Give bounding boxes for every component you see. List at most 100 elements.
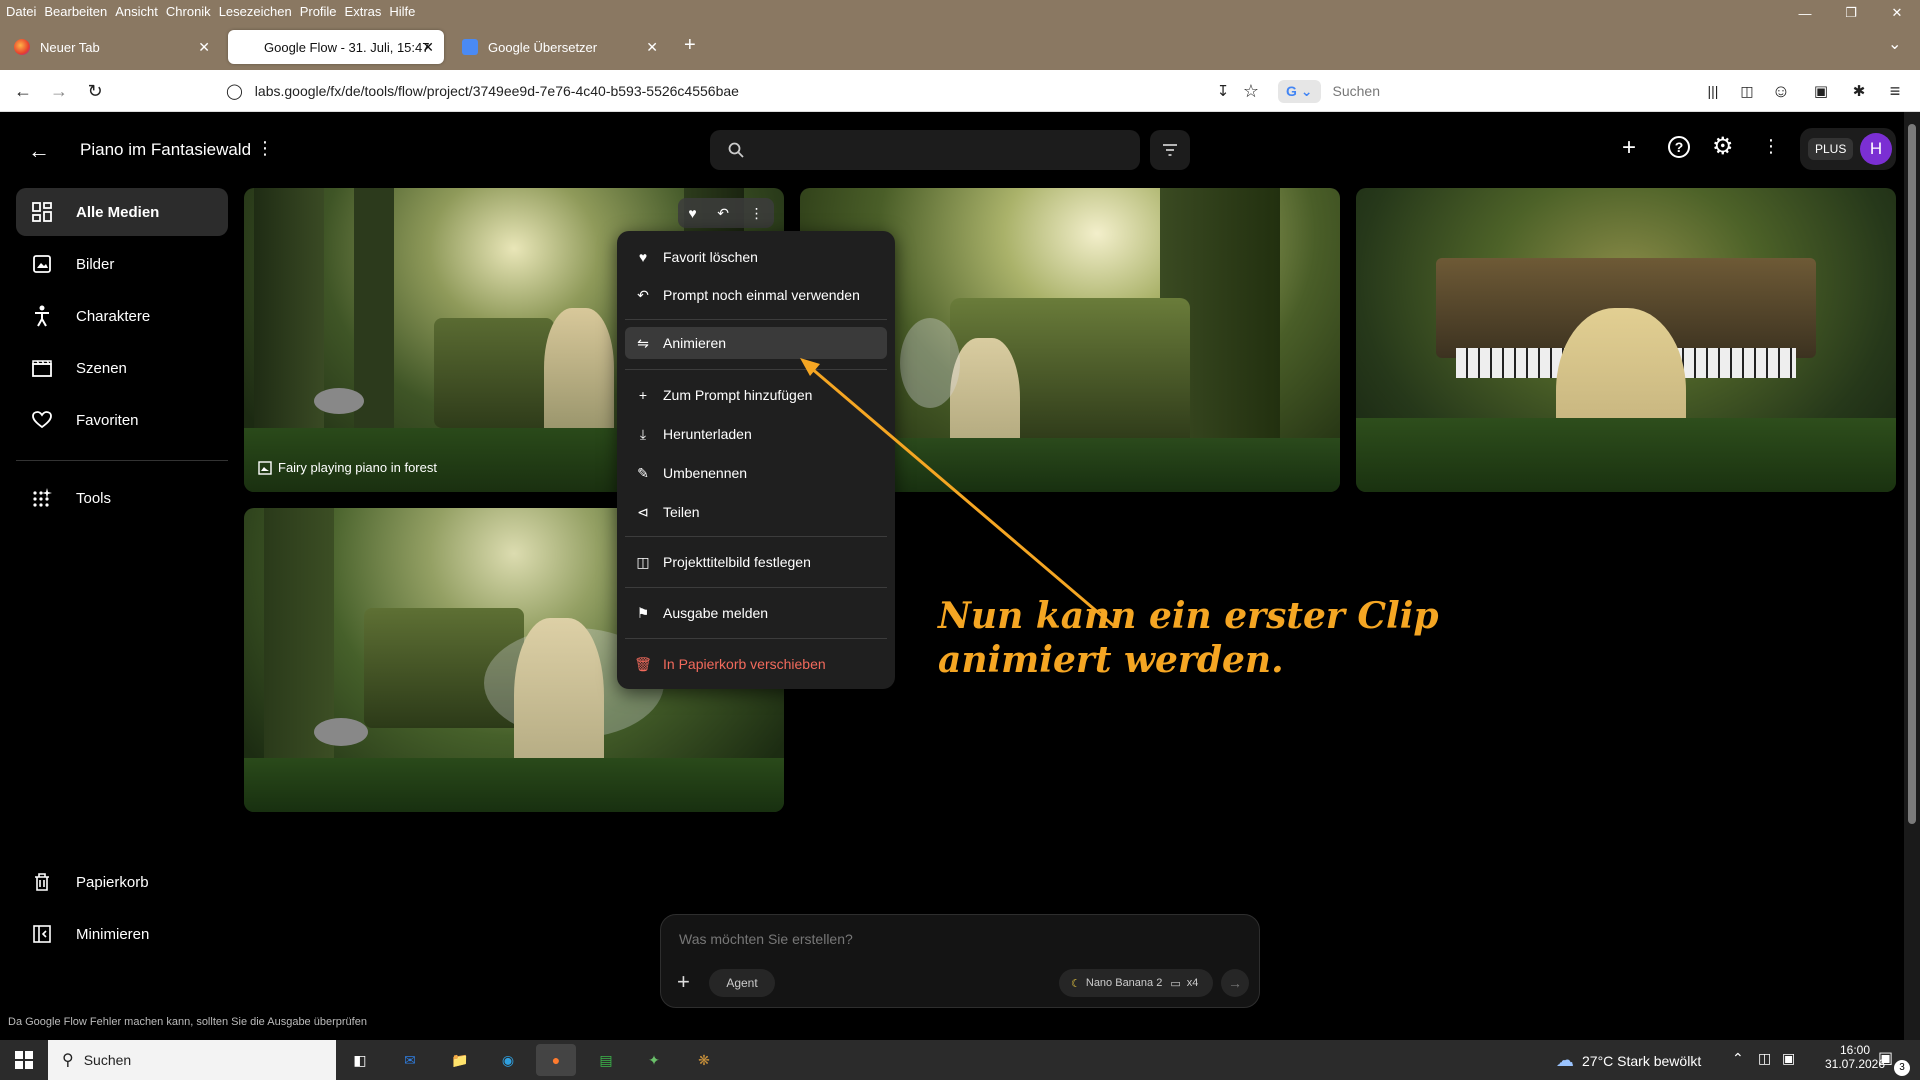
sidebar-item-minimieren[interactable]: Minimieren bbox=[16, 910, 228, 958]
notification-icon[interactable]: ▣ bbox=[1878, 1048, 1893, 1068]
url-bar[interactable]: ◯ labs.google/fx/de/tools/flow/project/3… bbox=[226, 76, 1246, 106]
scrollbar-thumb[interactable] bbox=[1908, 124, 1916, 824]
filter-button[interactable] bbox=[1150, 130, 1190, 170]
notepad-icon[interactable]: ▤ bbox=[586, 1044, 626, 1076]
firefox-icon bbox=[14, 39, 30, 55]
task-view-icon[interactable]: ◧ bbox=[340, 1044, 380, 1076]
forest-piano-fairy-image bbox=[1356, 188, 1896, 492]
sidebar-item-favoriten[interactable]: Favoriten bbox=[16, 396, 228, 444]
extensions-icon[interactable]: ✱ bbox=[1846, 78, 1872, 104]
tab-google-uebersetzer[interactable]: Google Übersetzer ✕ bbox=[452, 30, 668, 64]
prompt-input[interactable]: Was möchten Sie erstellen? bbox=[679, 931, 853, 947]
image-icon bbox=[258, 460, 272, 475]
taskbar-search[interactable]: ⚲ Suchen bbox=[48, 1040, 336, 1080]
outlook-icon[interactable]: ✉ bbox=[390, 1044, 430, 1076]
save-page-icon[interactable]: ↧ bbox=[1210, 78, 1236, 104]
back-arrow-icon[interactable]: ← bbox=[28, 138, 50, 164]
reload-icon[interactable]: ↻ bbox=[82, 78, 108, 104]
heart-icon bbox=[30, 408, 54, 432]
count-label: x4 bbox=[1186, 977, 1199, 989]
sidebar-item-szenen[interactable]: Szenen bbox=[16, 344, 228, 392]
sidebar-toggle-icon[interactable]: ◫ bbox=[1734, 78, 1760, 104]
media-tile-3[interactable] bbox=[1356, 188, 1896, 492]
tab-bar: Neuer Tab ✕ Google Flow - 31. Juli, 15:4… bbox=[0, 22, 1920, 70]
navigation-bar: ← → ↻ ◯ labs.google/fx/de/tools/flow/pro… bbox=[0, 70, 1920, 112]
sidebar-item-bilder[interactable]: Bilder bbox=[16, 240, 228, 288]
google-engine-icon[interactable]: G ⌄ bbox=[1278, 79, 1321, 103]
search-input[interactable] bbox=[710, 130, 1140, 170]
pencil-icon: ✎ bbox=[637, 464, 649, 481]
caption-text: Fairy playing piano in forest bbox=[278, 460, 437, 475]
project-more-icon[interactable]: ⋮ bbox=[256, 138, 274, 159]
edge-icon[interactable]: ◉ bbox=[488, 1044, 528, 1076]
tab-google-flow[interactable]: Google Flow - 31. Juli, 15:47 ✕ bbox=[228, 30, 444, 64]
reuse-icon[interactable]: ↶ bbox=[717, 205, 729, 222]
sidebar-item-charaktere[interactable]: Charaktere bbox=[16, 292, 228, 340]
sidebar-item-alle-medien[interactable]: Alle Medien bbox=[16, 188, 228, 236]
clapperboard-icon bbox=[30, 356, 54, 380]
close-tab-icon[interactable]: ✕ bbox=[646, 39, 658, 56]
menu-extras[interactable]: Extras bbox=[345, 4, 382, 19]
sidebar-item-tools[interactable]: Tools bbox=[16, 474, 228, 522]
library-icon[interactable]: ||| bbox=[1700, 78, 1726, 104]
page-scrollbar[interactable] bbox=[1904, 112, 1920, 1040]
notification-badge: 3 bbox=[1894, 1060, 1910, 1076]
model-selector[interactable]: ☾ Nano Banana 2 ▭ x4 bbox=[1059, 969, 1213, 997]
new-tab-icon[interactable]: + bbox=[684, 34, 696, 57]
menu-item-papierkorb[interactable]: 🗑 In Papierkorb verschieben bbox=[625, 648, 887, 680]
menu-bearbeiten[interactable]: Bearbeiten bbox=[44, 4, 107, 19]
trash-icon bbox=[30, 870, 54, 894]
menu-item-label: Herunterladen bbox=[663, 426, 752, 442]
avatar[interactable]: H bbox=[1860, 133, 1892, 165]
account-icon[interactable]: ☺ bbox=[1768, 78, 1794, 104]
more-icon[interactable]: ⋮ bbox=[750, 205, 764, 222]
help-icon[interactable]: ? bbox=[1668, 136, 1690, 158]
app-icon[interactable]: ✦ bbox=[634, 1044, 674, 1076]
firefox-taskbar-icon[interactable]: ● bbox=[536, 1044, 576, 1076]
search-placeholder: Suchen bbox=[1332, 83, 1380, 99]
menu-hilfe[interactable]: Hilfe bbox=[389, 4, 415, 19]
menu-datei[interactable]: Datei bbox=[6, 4, 36, 19]
back-icon[interactable]: ← bbox=[10, 78, 36, 104]
menu-item-favorit-loeschen[interactable]: ♥ Favorit löschen bbox=[625, 241, 887, 273]
plus-badge: PLUS bbox=[1808, 138, 1854, 160]
menu-chronik[interactable]: Chronik bbox=[166, 4, 211, 19]
menu-ansicht[interactable]: Ansicht bbox=[115, 4, 158, 19]
filter-icon bbox=[1163, 144, 1177, 156]
share-icon: ⊲ bbox=[637, 503, 649, 520]
add-attachment-icon[interactable]: + bbox=[677, 969, 690, 995]
container-icon[interactable]: ▣ bbox=[1808, 78, 1834, 104]
close-tab-icon[interactable]: ✕ bbox=[198, 39, 210, 56]
account-pill[interactable]: PLUS H bbox=[1800, 128, 1896, 170]
annotation-line-2: animiert werden. bbox=[938, 639, 1284, 681]
bookmark-star-icon[interactable]: ☆ bbox=[1238, 78, 1264, 104]
sidebar-item-label: Szenen bbox=[76, 359, 127, 377]
network-icon[interactable]: ▣ bbox=[1782, 1050, 1795, 1067]
weather-widget[interactable]: ☁ 27°C Stark bewölkt bbox=[1556, 1050, 1701, 1071]
chevron-up-icon[interactable]: ⌃ bbox=[1732, 1050, 1744, 1067]
sidebar-item-papierkorb[interactable]: Papierkorb bbox=[16, 858, 228, 906]
menu-item-prompt-reuse[interactable]: ↶ Prompt noch einmal verwenden bbox=[625, 279, 887, 311]
collapse-icon bbox=[30, 922, 54, 946]
more-icon[interactable]: ⋮ bbox=[1762, 136, 1780, 157]
file-explorer-icon[interactable]: 📁 bbox=[440, 1044, 480, 1076]
windows-start-icon[interactable] bbox=[4, 1044, 44, 1076]
heart-icon[interactable]: ♥ bbox=[688, 205, 696, 221]
agent-button[interactable]: Agent bbox=[709, 969, 775, 997]
tab-neuer-tab[interactable]: Neuer Tab ✕ bbox=[4, 30, 220, 64]
close-tab-icon[interactable]: ✕ bbox=[422, 39, 434, 56]
send-button[interactable]: → bbox=[1221, 969, 1249, 997]
menu-lesezeichen[interactable]: Lesezeichen bbox=[219, 4, 292, 19]
list-tabs-icon[interactable]: ⌄ bbox=[1888, 34, 1901, 54]
image-icon bbox=[30, 252, 54, 276]
browser-search-box[interactable]: G ⌄ Suchen bbox=[1278, 76, 1578, 106]
site-info-icon[interactable]: ◯ bbox=[226, 82, 243, 100]
hamburger-menu-icon[interactable]: ≡ bbox=[1882, 78, 1908, 104]
person-icon bbox=[30, 304, 54, 328]
add-icon[interactable]: + bbox=[1622, 134, 1636, 162]
forward-icon[interactable]: → bbox=[46, 78, 72, 104]
menu-profile[interactable]: Profile bbox=[300, 4, 337, 19]
app-icon[interactable]: ❋ bbox=[684, 1044, 724, 1076]
settings-gear-icon[interactable]: ⚙ bbox=[1712, 132, 1734, 161]
device-icon[interactable]: ◫ bbox=[1758, 1050, 1771, 1067]
